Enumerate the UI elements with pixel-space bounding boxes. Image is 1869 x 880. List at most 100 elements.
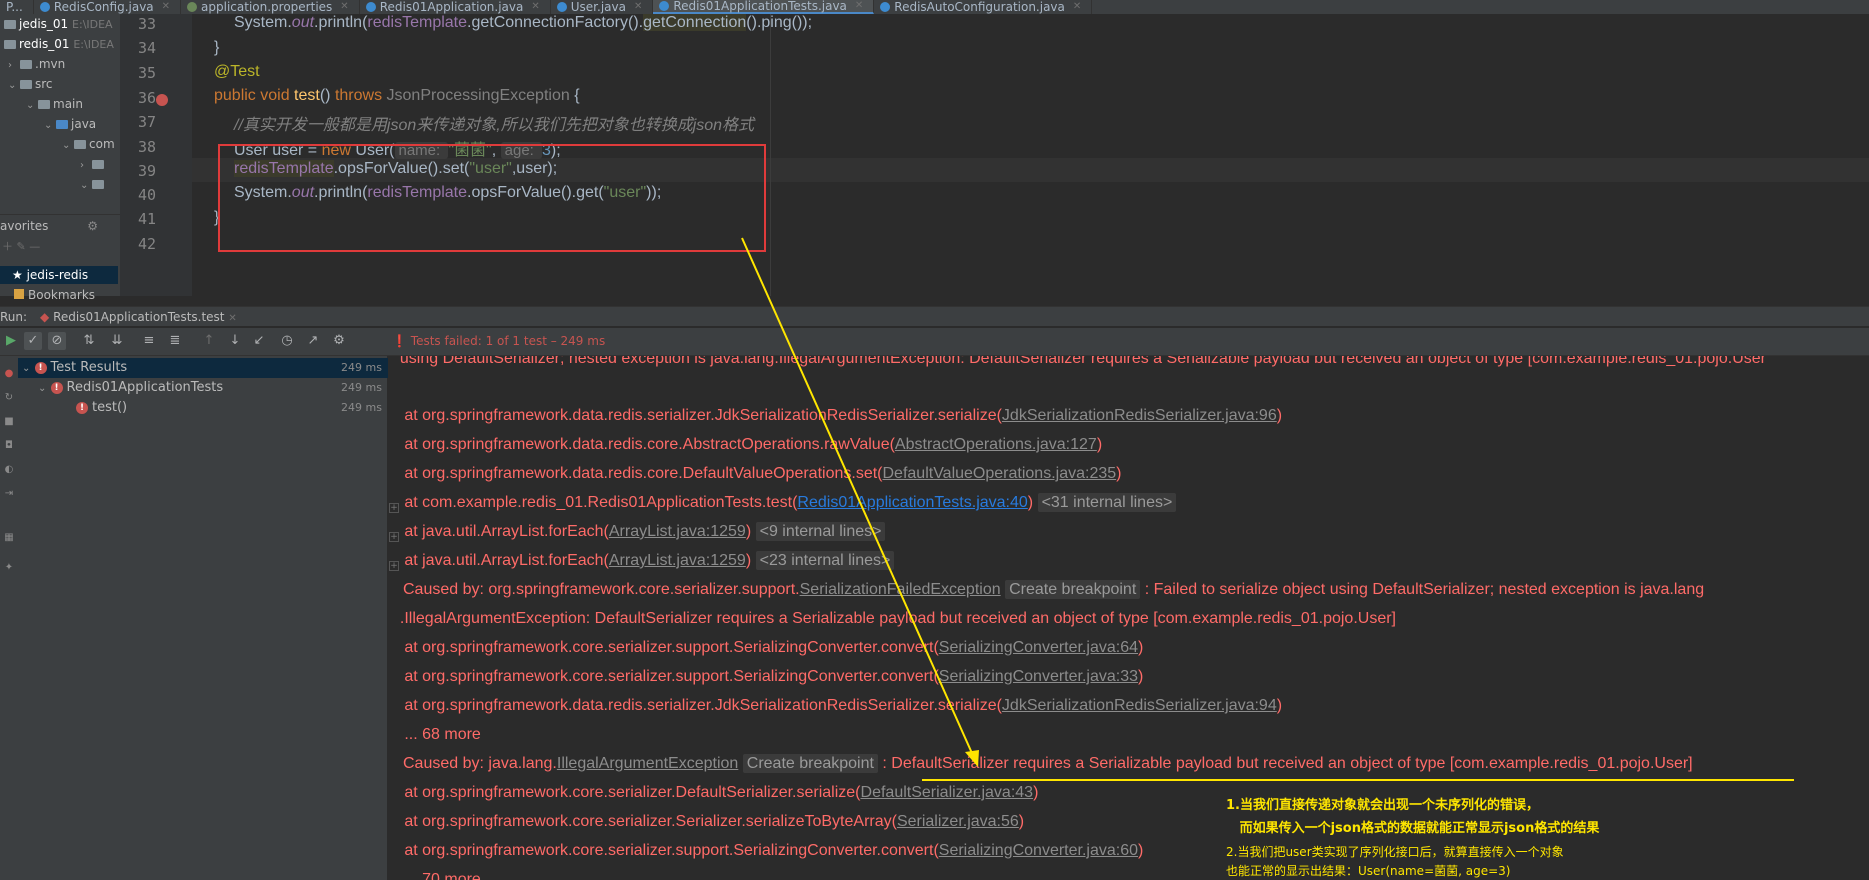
source-link[interactable]: JdkSerializationRedisSerializer.java:94 — [1002, 697, 1277, 714]
tree-row-class[interactable]: ⌄ ! Redis01ApplicationTests 249 ms — [18, 378, 388, 398]
console-output[interactable]: using DefaultSerializer; nested exceptio… — [389, 356, 1869, 880]
create-breakpoint-button[interactable]: Create breakpoint — [742, 754, 878, 773]
show-ignored-icon[interactable]: ⊘ — [48, 332, 66, 350]
chevron-right-icon[interactable]: › — [80, 156, 92, 176]
source-link[interactable]: DefaultSerializer.java:43 — [861, 784, 1034, 801]
tree-item-redis[interactable]: redis_01 E:\IDEA — [0, 34, 120, 54]
pin-icon[interactable]: ■ — [3, 416, 15, 428]
remove-icon[interactable]: — — [29, 240, 40, 253]
collapse-all-icon[interactable]: ≣ — [166, 332, 184, 350]
exit-icon[interactable]: ⇥ — [3, 488, 15, 500]
bookmarks-item[interactable]: Bookmarks — [0, 286, 120, 304]
restart-icon[interactable]: ↻ — [3, 392, 15, 404]
stop-icon[interactable]: ● — [3, 368, 15, 380]
tab-redisautoconfiguration[interactable]: RedisAutoConfiguration.java ✕ — [874, 0, 1093, 14]
gear-icon[interactable]: ⚙ — [330, 332, 348, 350]
edit-icon[interactable]: ✎ — [17, 240, 26, 253]
pin-tab-icon[interactable]: ✦ — [3, 562, 15, 574]
camera-icon[interactable]: ◘ — [3, 440, 15, 452]
add-icon[interactable]: ＋ — [2, 240, 13, 253]
show-passed-icon[interactable]: ✓ — [24, 332, 42, 350]
tree-row-test-results[interactable]: ⌄ ! Test Results 249 ms — [18, 358, 388, 378]
close-icon[interactable]: ✕ — [340, 0, 348, 14]
source-link[interactable]: SerializingConverter.java:33 — [939, 668, 1138, 685]
tab-project[interactable]: P... — [0, 0, 34, 14]
tree-row-method[interactable]: ! test() 249 ms — [18, 398, 388, 418]
source-link[interactable]: DefaultValueOperations.java:235 — [883, 465, 1117, 482]
source-link[interactable]: JdkSerializationRedisSerializer.java:96 — [1002, 407, 1277, 424]
layout-icon[interactable]: ▦ — [3, 532, 15, 544]
sort-alpha-icon[interactable]: ⇅ — [80, 332, 98, 350]
chevron-down-icon[interactable]: ⌄ — [38, 383, 46, 394]
tab-redis01application[interactable]: Redis01Application.java ✕ — [360, 0, 551, 14]
stack-line: at org.springframework.data.redis.serial… — [391, 407, 1283, 424]
exception-link[interactable]: IllegalArgumentException — [557, 755, 738, 772]
chevron-right-icon[interactable]: › — [8, 56, 20, 76]
duration: 249 ms — [341, 381, 382, 394]
chevron-down-icon[interactable]: ⌄ — [44, 116, 56, 136]
close-icon[interactable]: ✕ — [531, 0, 539, 14]
rerun-icon[interactable]: ▶ — [2, 332, 20, 350]
close-icon[interactable]: ✕ — [1073, 0, 1081, 14]
source-link[interactable]: ArrayList.java:1259 — [609, 523, 746, 540]
chevron-down-icon[interactable]: ⌄ — [22, 363, 30, 374]
tab-redis01applicationtests[interactable]: Redis01ApplicationTests.java ✕ — [653, 0, 875, 14]
source-folder-icon — [56, 120, 68, 129]
exception-link[interactable]: SerializationFailedException — [800, 581, 1001, 598]
source-link[interactable]: Serializer.java:56 — [897, 813, 1019, 830]
tab-redisconfig[interactable]: RedisConfig.java ✕ — [34, 0, 182, 14]
line-number: 33 — [137, 15, 156, 33]
import-icon[interactable]: ↙ — [250, 332, 268, 350]
tree-item-pkg1[interactable]: › — [0, 154, 120, 174]
export-icon[interactable]: ↗ — [304, 332, 322, 350]
next-icon[interactable]: ↓ — [226, 332, 244, 350]
tree-item-java[interactable]: ⌄ java — [0, 114, 120, 134]
folded-lines[interactable]: <23 internal lines> — [755, 551, 895, 570]
source-link[interactable]: SerializingConverter.java:64 — [939, 639, 1138, 656]
tree-label: com — [89, 137, 115, 151]
tree-item-main[interactable]: ⌄ main — [0, 94, 120, 114]
coverage-icon[interactable]: ◐ — [3, 464, 15, 476]
tab-user[interactable]: User.java ✕ — [551, 0, 654, 14]
sort-duration-icon[interactable]: ⇊ — [108, 332, 126, 350]
tab-application-properties[interactable]: application.properties ✕ — [181, 0, 360, 14]
create-breakpoint-button[interactable]: Create breakpoint — [1005, 580, 1141, 599]
source-link[interactable]: ArrayList.java:1259 — [609, 552, 746, 569]
tree-label: jedis_01 — [19, 17, 69, 31]
tree-item-pkg2[interactable]: ⌄ — [0, 174, 120, 194]
folded-lines[interactable]: <9 internal lines> — [755, 522, 886, 541]
settings-icon[interactable]: ⚙ — [87, 215, 98, 237]
run-side-toolbar: ● ↻ ■ ◘ ◐ ⇥ ▦ ✦ — [0, 356, 18, 880]
tree-item-mvn[interactable]: › .mvn — [0, 54, 120, 74]
history-icon[interactable]: ◷ — [278, 332, 296, 350]
folded-lines[interactable]: <31 internal lines> — [1037, 493, 1177, 512]
tree-item-jedis[interactable]: jedis_01 E:\IDEA — [0, 14, 120, 34]
annotation-note-1-line-1: 1.当我们直接传递对象就会出现一个未序列化的错误， — [1226, 798, 1539, 813]
close-icon[interactable]: ✕ — [634, 0, 642, 14]
expand-all-icon[interactable]: ≡ — [140, 332, 158, 350]
chevron-down-icon[interactable]: ⌄ — [26, 96, 38, 116]
chevron-down-icon[interactable]: ⌄ — [8, 76, 20, 96]
java-class-icon — [365, 2, 376, 12]
chevron-down-icon[interactable]: ⌄ — [62, 136, 74, 156]
tree-label: redis_01 — [19, 37, 70, 51]
run-test-error-icon[interactable] — [156, 94, 168, 106]
source-link[interactable]: AbstractOperations.java:127 — [895, 436, 1097, 453]
close-icon[interactable]: ✕ — [162, 0, 170, 14]
stack-line: at java.util.ArrayList.forEach(ArrayList… — [391, 551, 895, 570]
source-link[interactable]: SerializingConverter.java:60 — [939, 842, 1138, 859]
chevron-down-icon[interactable]: ⌄ — [80, 176, 92, 196]
tab-label: application.properties — [201, 0, 333, 14]
code-line-33: System.out.println(redisTemplate.getConn… — [234, 14, 813, 31]
close-icon[interactable]: ✕ — [855, 0, 863, 13]
favorites-header[interactable]: avorites ⚙ — [0, 214, 120, 236]
tree-item-com[interactable]: ⌄ com — [0, 134, 120, 154]
favorite-item[interactable]: ★ jedis-redis — [0, 266, 118, 284]
previous-icon[interactable]: ↑ — [200, 332, 218, 350]
tree-item-src[interactable]: ⌄ src — [0, 74, 120, 94]
close-icon[interactable]: ✕ — [228, 313, 236, 324]
run-tab[interactable]: ◆ Redis01ApplicationTests.test ✕ — [40, 307, 237, 329]
java-class-icon — [39, 2, 50, 12]
tree-label: java — [71, 117, 97, 131]
source-link[interactable]: Redis01ApplicationTests.java:40 — [797, 494, 1027, 511]
